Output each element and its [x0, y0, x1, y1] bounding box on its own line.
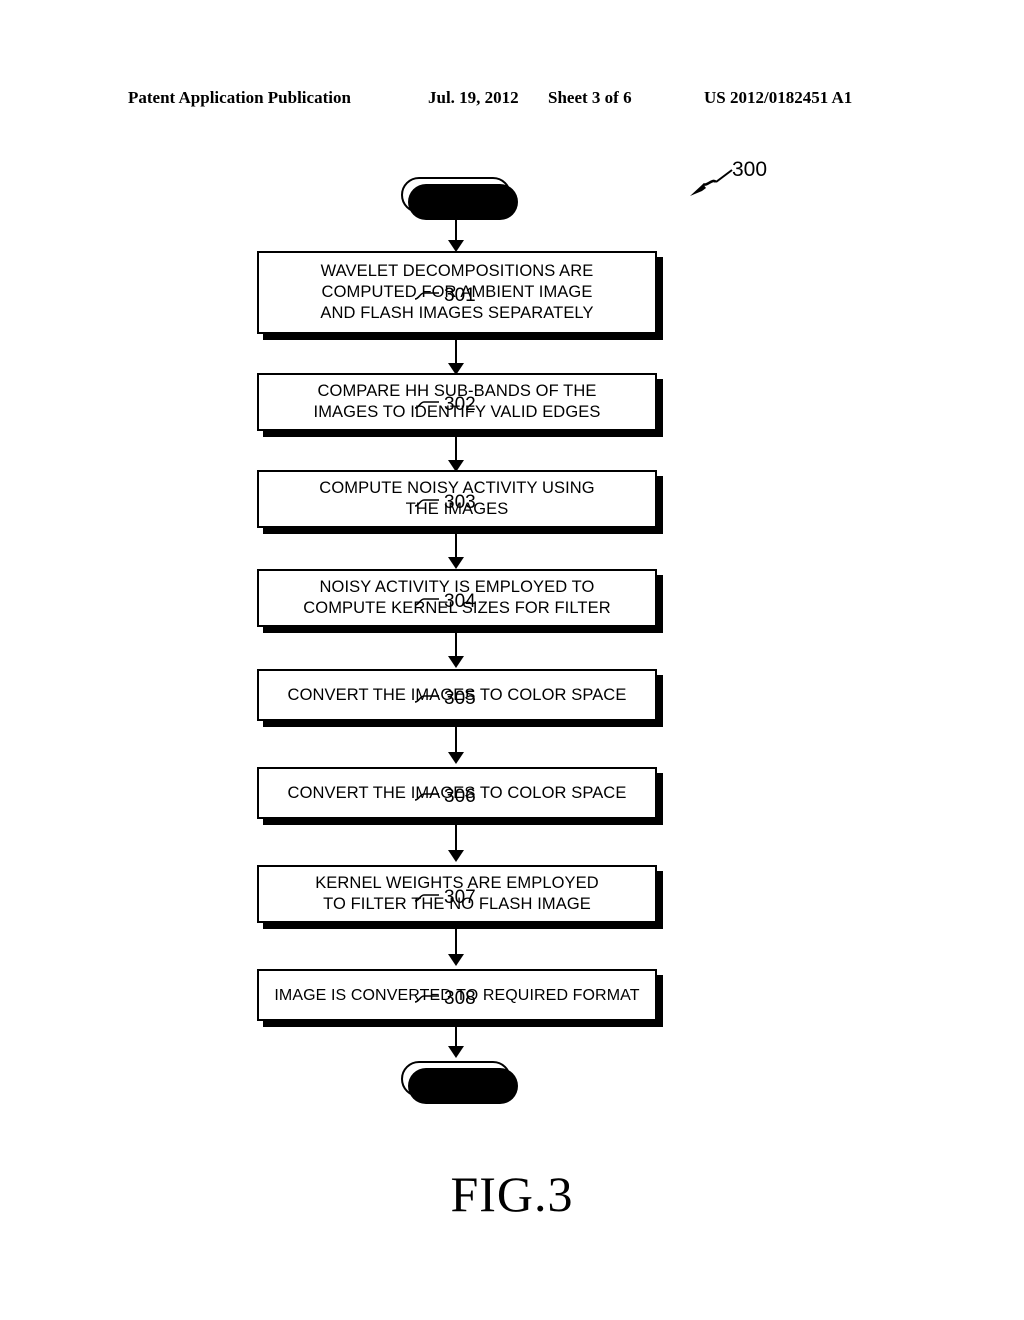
connector-306-to-307 — [455, 825, 457, 853]
leader-line-icon-308 — [414, 993, 440, 1005]
arrowhead-304-to-305 — [448, 656, 464, 668]
flowchart-diagram: 300 START WAVELET DECOMPOSITIONS ARE COM… — [0, 0, 1024, 1320]
leader-line-icon-304 — [414, 596, 440, 608]
arrowhead-303-to-304 — [448, 557, 464, 569]
leader-line-icon-305 — [414, 693, 440, 705]
flowchart-end-node: END — [401, 1061, 518, 1104]
reference-number-305: 305 — [444, 688, 476, 709]
leader-line-icon-301 — [414, 290, 440, 302]
figure-reference-callout: 300 — [688, 158, 798, 212]
reference-callout-307: 307 — [414, 887, 476, 909]
connector-305-to-306 — [455, 727, 457, 755]
arrowhead-307-to-308 — [448, 954, 464, 966]
figure-reference-number: 300 — [732, 158, 768, 181]
reference-callout-304: 304 — [414, 591, 476, 613]
reference-callout-305: 305 — [414, 688, 476, 710]
reference-number-302: 302 — [444, 394, 476, 415]
reference-number-308: 308 — [444, 988, 476, 1009]
connector-307-to-308 — [455, 929, 457, 957]
end-node-label: END — [437, 1069, 475, 1088]
reference-number-303: 303 — [444, 492, 476, 513]
leader-line-icon-306 — [414, 791, 440, 803]
reference-callout-302: 302 — [414, 394, 476, 416]
reference-number-306: 306 — [444, 786, 476, 807]
reference-number-301: 301 — [444, 285, 476, 306]
reference-callout-303: 303 — [414, 492, 476, 514]
reference-number-307: 307 — [444, 887, 476, 908]
reference-callout-308: 308 — [414, 988, 476, 1010]
arrowhead-308-to-end — [448, 1046, 464, 1058]
flowchart-start-node: START — [401, 177, 518, 220]
arrowhead-305-to-306 — [448, 752, 464, 764]
reference-callout-306: 306 — [414, 786, 476, 808]
leader-line-icon-307 — [414, 892, 440, 904]
reference-number-304: 304 — [444, 591, 476, 612]
leader-line-icon-302 — [414, 399, 440, 411]
start-node-label: START — [427, 185, 485, 204]
leader-line-icon-303 — [414, 497, 440, 509]
arrowhead-306-to-307 — [448, 850, 464, 862]
figure-caption: FIG.3 — [450, 1166, 574, 1222]
reference-callout-301: 301 — [414, 285, 476, 307]
